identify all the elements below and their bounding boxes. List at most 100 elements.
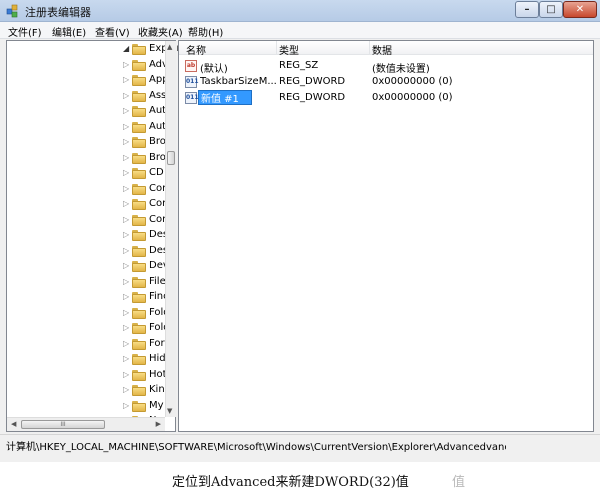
menu-view[interactable]: 查看(V) xyxy=(95,24,130,39)
expand-arrow-icon[interactable]: ▷ xyxy=(123,323,129,332)
expand-arrow-icon[interactable]: ▷ xyxy=(123,339,129,348)
value-row[interactable]: 011 TaskbarSizeM... REG_DWORD 0x00000000… xyxy=(179,74,593,90)
tree-item[interactable]: ▷ CD xyxy=(7,166,165,181)
key-tree-pane: ◢Explor ▷ Adv ▷ App ▷ Ass ▷ Aut ▷ Aut ▷ Bro ▷ Bro ▷ CD ▷ C… xyxy=(6,40,181,432)
tree-item[interactable]: ▷ Des xyxy=(7,228,165,243)
menu-file[interactable]: 文件(F) xyxy=(8,24,42,39)
rename-value-input[interactable] xyxy=(198,90,252,105)
value-name: TaskbarSizeM... xyxy=(200,76,276,87)
tree-item[interactable]: ▷ Adv xyxy=(7,58,165,73)
scroll-right-icon[interactable]: ▶ xyxy=(156,420,161,428)
title-bar[interactable]: 注册表编辑器 – □ ✕ xyxy=(0,0,600,22)
tree-item[interactable]: ▷ Kin xyxy=(7,383,165,398)
tree-vertical-scrollbar[interactable]: ▲ ▼ xyxy=(165,41,176,417)
expand-arrow-icon[interactable]: ▷ xyxy=(123,370,129,379)
expand-arrow-icon[interactable]: ▷ xyxy=(123,106,129,115)
tree-item[interactable]: ▷ Aut xyxy=(7,104,165,119)
tree-item-label: File xyxy=(149,275,165,287)
expand-arrow-icon[interactable]: ▷ xyxy=(123,199,129,208)
tree-item[interactable]: ▷ Bro xyxy=(7,135,165,150)
column-header-type[interactable]: 类型 xyxy=(279,42,299,57)
registry-editor-window: 注册表编辑器 – □ ✕ 文件(F) 编辑(E) 查看(V) 收藏夹(A) 帮助… xyxy=(0,0,600,462)
expand-arrow-icon[interactable]: ▷ xyxy=(123,215,129,224)
tree-item[interactable]: ▷ Bro xyxy=(7,151,165,166)
expand-arrow-icon[interactable]: ▷ xyxy=(123,168,129,177)
minimize-button[interactable]: – xyxy=(515,1,539,18)
expand-arrow-icon[interactable]: ▷ xyxy=(123,75,129,84)
tree-item[interactable]: ▷ My xyxy=(7,399,165,414)
tree-item[interactable]: ▷ File xyxy=(7,275,165,290)
tree-item[interactable]: ▷ Dev xyxy=(7,259,165,274)
tree-item[interactable]: ▷ App xyxy=(7,73,165,88)
expand-arrow-icon[interactable]: ▷ xyxy=(123,246,129,255)
tree-item-label: My xyxy=(149,399,164,411)
tree-item[interactable]: ▷ Cor xyxy=(7,182,165,197)
caption-ghost-text: 值 xyxy=(452,475,466,490)
close-button[interactable]: ✕ xyxy=(563,1,597,18)
tree-item[interactable]: ◢Explor xyxy=(7,42,181,57)
scroll-down-icon[interactable]: ▼ xyxy=(167,407,172,415)
tree-item[interactable]: ▷ Fold xyxy=(7,321,165,336)
tree-horizontal-scrollbar[interactable]: ◀ III ▶ xyxy=(7,417,165,431)
tree-item-label: CD xyxy=(149,167,164,178)
tree-item[interactable]: ▷ Aut xyxy=(7,120,165,135)
expand-arrow-icon[interactable]: ▷ xyxy=(123,354,129,363)
value-type: REG_DWORD xyxy=(279,76,346,87)
expand-arrow-icon[interactable]: ▷ xyxy=(123,401,129,410)
tree-item-label: Aut xyxy=(149,105,165,116)
expand-arrow-icon[interactable]: ▷ xyxy=(123,122,129,131)
folder-icon xyxy=(132,261,146,272)
tree-item-label: Ass xyxy=(149,89,165,101)
caption-area: 定位到Advanced来新建DWORD(32)值 值 xyxy=(0,462,600,492)
folder-icon xyxy=(132,400,146,412)
tree-item-label: Hid xyxy=(149,353,165,364)
tree-item-label: Des xyxy=(149,229,165,240)
tree-item[interactable]: ▷ For xyxy=(7,337,165,352)
expand-arrow-icon[interactable]: ▷ xyxy=(123,261,129,270)
tree-item[interactable]: ▷ Cor xyxy=(7,197,165,212)
scroll-left-icon[interactable]: ◀ xyxy=(11,420,16,428)
expand-arrow-icon[interactable]: ▷ xyxy=(123,60,129,69)
value-type: REG_DWORD xyxy=(279,92,346,103)
tree-item-label: Bro xyxy=(149,151,165,163)
tree-item[interactable]: ▷ Fold xyxy=(7,306,165,321)
expand-arrow-icon[interactable]: ▷ xyxy=(123,137,129,146)
caption-text: 定位到Advanced来新建DWORD(32)值 xyxy=(172,475,409,490)
expand-arrow-icon[interactable]: ▷ xyxy=(123,277,129,286)
tree-item[interactable]: ▷ Hot xyxy=(7,368,165,383)
menu-edit[interactable]: 编辑(E) xyxy=(52,24,86,39)
column-header-data[interactable]: 数据 xyxy=(372,42,392,57)
collapse-arrow-icon[interactable]: ◢ xyxy=(123,44,129,53)
column-header-name[interactable]: 名称 xyxy=(186,42,206,57)
tree-item-label: Cor xyxy=(149,198,165,209)
expand-arrow-icon[interactable]: ▷ xyxy=(123,308,129,317)
tree-item[interactable]: ▷ Hid xyxy=(7,352,165,367)
expand-arrow-icon[interactable]: ▷ xyxy=(123,153,129,162)
folder-icon xyxy=(132,121,146,133)
expand-arrow-icon[interactable]: ▷ xyxy=(123,292,129,301)
expand-arrow-icon[interactable]: ▷ xyxy=(123,91,129,100)
maximize-button[interactable]: □ xyxy=(539,1,563,18)
column-divider[interactable] xyxy=(276,41,277,55)
tree-item[interactable]: ▷ Cor xyxy=(7,213,165,228)
tree-vertical-scroll-thumb[interactable] xyxy=(167,151,175,165)
tree-item[interactable]: ▷ Finc xyxy=(7,290,165,305)
tree-horizontal-scroll-thumb[interactable]: III xyxy=(21,420,105,429)
folder-icon xyxy=(132,338,146,350)
menu-help[interactable]: 帮助(H) xyxy=(188,24,223,39)
menu-favorites[interactable]: 收藏夹(A) xyxy=(138,24,183,39)
expand-arrow-icon[interactable]: ▷ xyxy=(123,184,129,193)
value-row-selected[interactable]: 011 REG_DWORD 0x00000000 (0) xyxy=(179,90,593,106)
scroll-up-icon[interactable]: ▲ xyxy=(167,43,172,51)
value-name: (默认) xyxy=(200,64,228,75)
folder-icon xyxy=(132,44,146,55)
status-bar: 计算机\HKEY_LOCAL_MACHINE\SOFTWARE\Microsof… xyxy=(0,434,600,453)
expand-arrow-icon[interactable]: ▷ xyxy=(123,230,129,239)
expand-arrow-icon[interactable]: ▷ xyxy=(123,385,129,394)
value-row[interactable]: ab (默认) REG_SZ (数值未设置) xyxy=(179,58,593,75)
tree-item[interactable]: ▷ Ass xyxy=(7,89,165,104)
folder-icon xyxy=(132,214,146,226)
tree-item-label: App xyxy=(149,74,165,85)
tree-item[interactable]: ▷ Des xyxy=(7,244,165,259)
column-divider[interactable] xyxy=(369,41,370,55)
